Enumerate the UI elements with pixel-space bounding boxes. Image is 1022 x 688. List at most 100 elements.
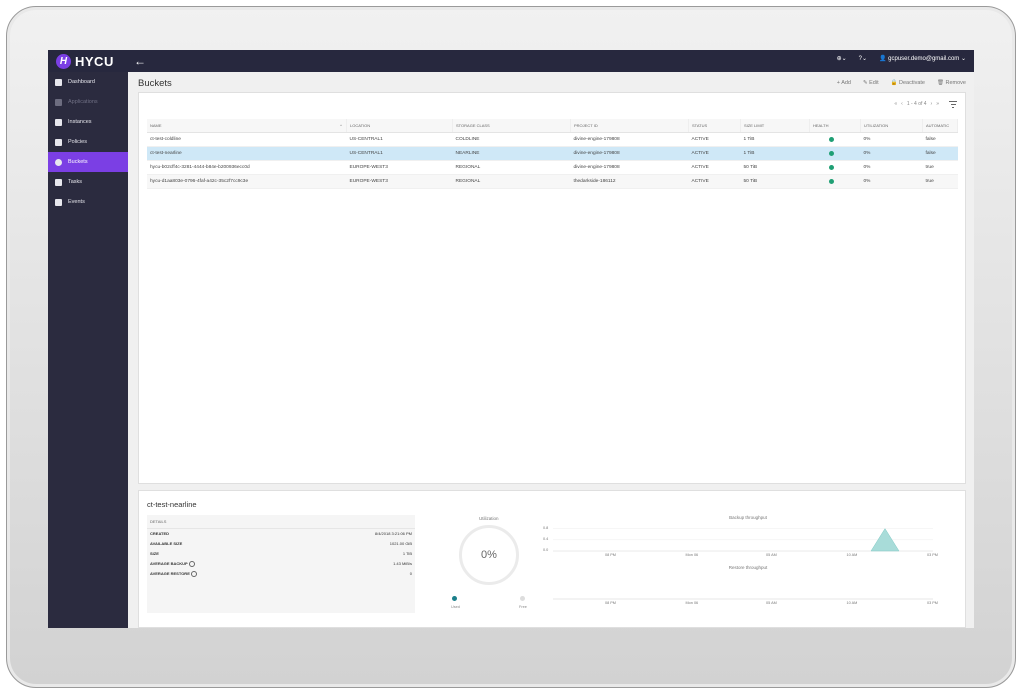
logo-badge: H (56, 53, 71, 69)
column-header-utilization[interactable]: UTILIZATION (860, 119, 923, 133)
column-header-automatic[interactable]: AUTOMATIC (922, 119, 958, 133)
sidebar-item-applications: Applications (48, 92, 128, 112)
column-header-project-id[interactable]: PROJECT ID (570, 119, 689, 133)
user-menu[interactable]: 👤 gcpuser.demo@gmail.com ⌄ (879, 55, 966, 62)
cell-health (809, 174, 861, 189)
x-tick-label: 10 AM (846, 601, 858, 605)
buckets-card: « ‹ 1 - 4 of 4 › » NAME ^ LOCATION STORAG… (138, 92, 966, 484)
sidebar-item-label: Applications (68, 99, 98, 105)
detail-row-average-restore: AVERAGE RESTORE 0 (150, 571, 412, 577)
next-page-button[interactable]: › (931, 101, 933, 107)
health-ok-icon (828, 136, 834, 142)
remove-button[interactable]: 🗑 Remove (937, 80, 966, 86)
sidebar-item-label: Instances (68, 119, 92, 125)
cell-utilization: 0% (860, 132, 923, 147)
table-row[interactable]: hycu-b02cff4c-3281-4444-b84e-b200936ecc0… (147, 160, 958, 175)
cell-project-id: divine-engine-179808 (570, 146, 689, 161)
throughput-svg (553, 528, 933, 600)
detail-title: ct-test-nearline (147, 500, 197, 509)
cell-location: US-CENTRAL1 (346, 132, 453, 147)
sidebar-item-instances[interactable]: Instances (48, 112, 128, 132)
add-button[interactable]: + Add (837, 80, 851, 86)
sidebar: Dashboard Applications Instances Policie… (48, 72, 128, 628)
health-ok-icon (828, 164, 834, 170)
cell-project-id: divine-engine-179808 (570, 132, 689, 147)
cell-utilization: 0% (860, 174, 923, 189)
cell-name: hycu-b02cff4c-3281-4444-b84e-b200936ecc0… (147, 160, 347, 175)
x-tick-label: 10 AM (846, 553, 858, 557)
x-tick-label: 03 PM (927, 601, 938, 605)
first-page-button[interactable]: « (894, 101, 897, 107)
back-arrow-icon[interactable]: ← (134, 54, 146, 68)
sidebar-item-label: Events (68, 199, 85, 205)
tasks-icon (55, 178, 62, 186)
health-ok-icon (828, 178, 834, 184)
cell-storage-class: NEARLINE (452, 146, 571, 161)
table-row[interactable]: ct-test-nearline US-CENTRAL1 NEARLINE di… (147, 146, 958, 161)
cell-storage-class: REGIONAL (452, 174, 571, 189)
cell-health (809, 160, 861, 175)
x-tick-label: 05 AM (766, 601, 777, 605)
cell-name: ct-test-coldline (147, 132, 347, 147)
cell-automatic: true (922, 174, 958, 189)
sidebar-item-buckets[interactable]: Buckets (48, 152, 128, 172)
cell-name: ct-test-nearline (147, 146, 347, 161)
cell-size-limit: 50 TiB (740, 174, 810, 189)
filter-icon[interactable] (949, 101, 957, 108)
column-header-name[interactable]: NAME ^ (147, 119, 347, 133)
dashboard-icon (55, 78, 62, 86)
cell-utilization: 0% (860, 146, 923, 161)
column-header-size-limit[interactable]: SIZE LIMIT (740, 119, 810, 133)
throughput-charts: Backup throughput Restore throughput 0.8… (543, 515, 953, 621)
y-tick-label: 0.4 (543, 536, 549, 541)
info-icon[interactable] (188, 561, 195, 567)
detail-row-average-backup: AVERAGE BACKUP 1.43 MiB/s (150, 561, 412, 567)
sidebar-item-label: Dashboard (68, 79, 95, 85)
sidebar-item-policies[interactable]: Policies (48, 132, 128, 152)
pagination: « ‹ 1 - 4 of 4 › » (894, 101, 939, 107)
prev-page-button[interactable]: ‹ (901, 101, 903, 107)
cell-size-limit: 50 TiB (740, 160, 810, 175)
app-screen: H HYCU ← ⊕⌄ ?⌄ 👤 gcpuser.demo@gmail.com … (48, 50, 974, 628)
column-header-health[interactable]: HEALTH (809, 119, 861, 133)
help-menu[interactable]: ?⌄ (859, 55, 867, 62)
hycu-logo: H HYCU (56, 53, 114, 69)
instances-icon (55, 118, 62, 126)
x-tick-label: Mon 06 (685, 553, 699, 557)
cell-status: ACTIVE (688, 160, 741, 175)
y-tick-label: 0.8 (543, 525, 549, 530)
x-tick-label: 08 PM (605, 553, 616, 557)
table-row[interactable]: ct-test-coldline US-CENTRAL1 COLDLINE di… (147, 132, 958, 147)
events-icon (55, 198, 62, 206)
bucket-detail-card: ct-test-nearline DETAILS CREATED 8/4/2018… (138, 490, 966, 628)
utilization-title: Utilization (479, 516, 499, 521)
edit-button[interactable]: ✎ Edit (863, 80, 879, 86)
info-icon[interactable] (190, 571, 197, 577)
cell-automatic: false (922, 146, 958, 161)
deactivate-button[interactable]: 🔒 Deactivate (891, 80, 925, 86)
sidebar-item-events[interactable]: Events (48, 192, 128, 212)
cell-project-id: thedarkside-186112 (570, 174, 689, 189)
column-header-storage-class[interactable]: STORAGE CLASS (452, 119, 571, 133)
column-header-location[interactable]: LOCATION (346, 119, 453, 133)
main-content: Buckets + Add ✎ Edit 🔒 Deactivate 🗑 Remo… (128, 72, 974, 628)
action-toolbar: + Add ✎ Edit 🔒 Deactivate 🗑 Remove (837, 80, 966, 86)
globe-menu[interactable]: ⊕⌄ (837, 55, 847, 62)
cell-size-limit: 1 TiB (740, 132, 810, 147)
utilization-ring: 0% (459, 525, 519, 585)
legend-used-dot (452, 596, 457, 601)
table-row[interactable]: hycu-d1aa803e-0796-4faf-a42c-35c2f7cc9c3… (147, 174, 958, 189)
last-page-button[interactable]: » (936, 101, 939, 107)
cell-utilization: 0% (860, 160, 923, 175)
sidebar-item-tasks[interactable]: Tasks (48, 172, 128, 192)
sidebar-item-dashboard[interactable]: Dashboard (48, 72, 128, 92)
page-title: Buckets (138, 78, 172, 89)
x-tick-label: Mon 06 (685, 601, 699, 605)
x-tick-label: 05 AM (766, 553, 777, 557)
cell-status: ACTIVE (688, 174, 741, 189)
cell-location: US-CENTRAL1 (346, 146, 453, 161)
sort-icon: ^ (340, 123, 342, 128)
cell-status: ACTIVE (688, 132, 741, 147)
column-header-status[interactable]: STATUS (688, 119, 741, 133)
buckets-table: NAME ^ LOCATION STORAGE CLASS PROJECT ID … (147, 119, 958, 189)
